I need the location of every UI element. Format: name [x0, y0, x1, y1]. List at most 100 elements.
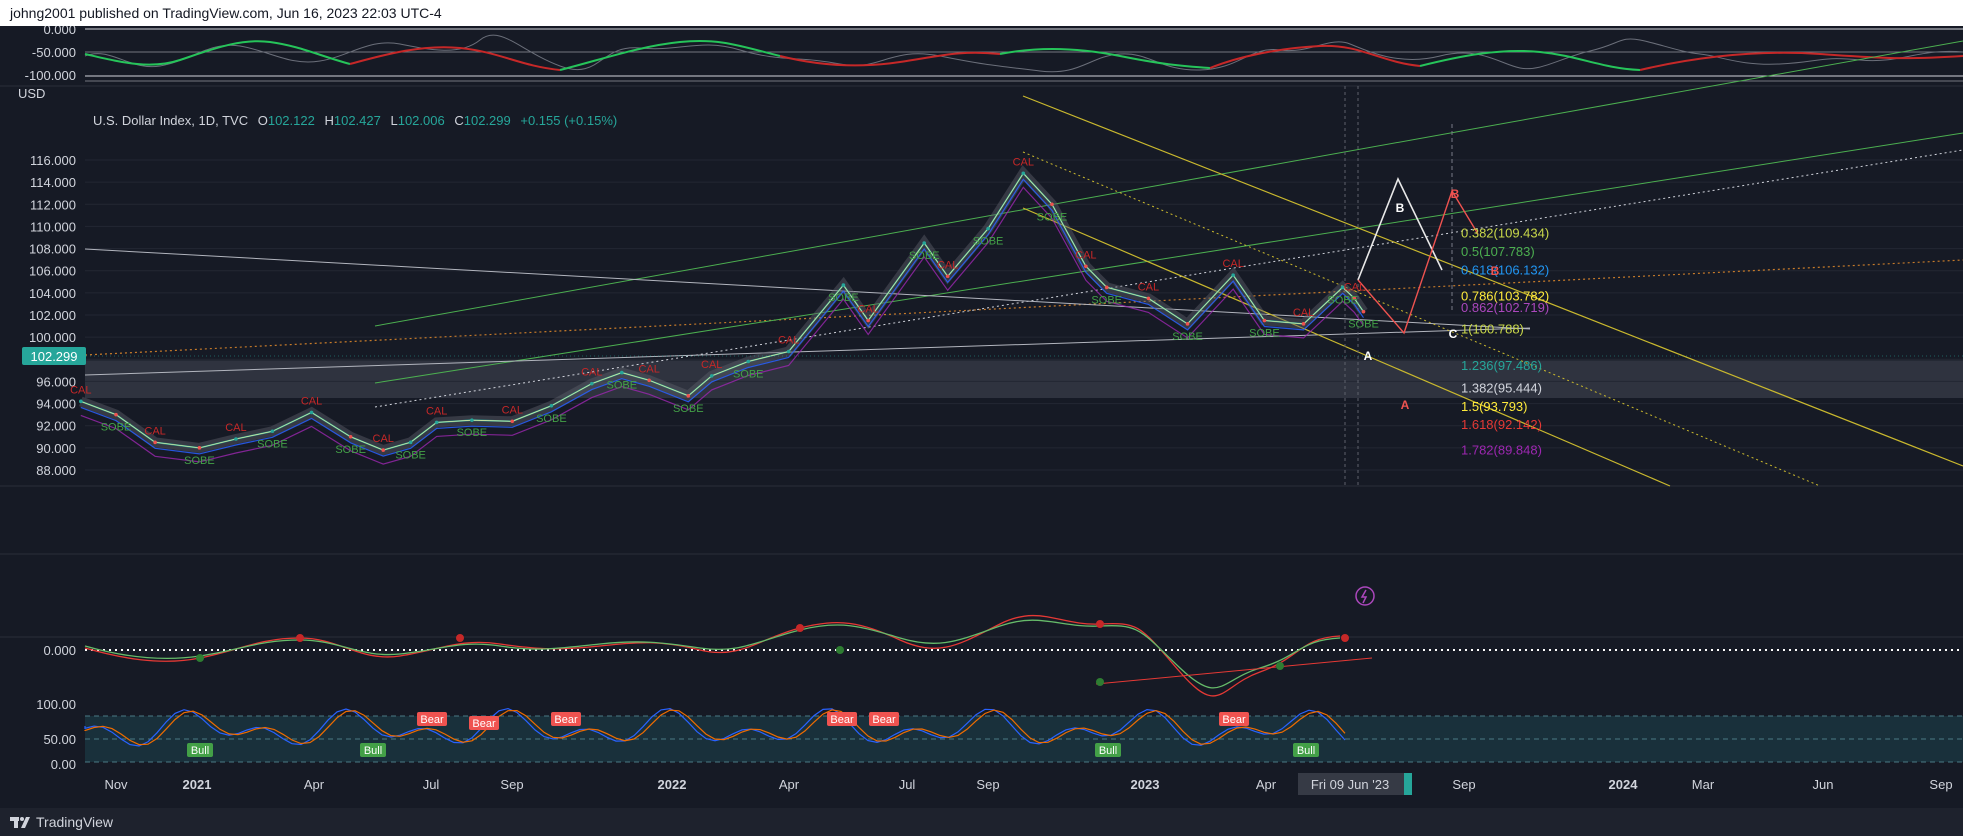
- macd-cross-dot: [196, 654, 204, 662]
- osc-tick-2: -100.000: [25, 68, 76, 83]
- sobe-signal-label: SOBE: [257, 438, 288, 450]
- time-axis-label: Nov: [104, 777, 128, 792]
- price-tick-label: 116.000: [30, 153, 76, 168]
- wave-label: B: [1396, 201, 1405, 215]
- fib-level-label: 1.618(92.142): [1461, 417, 1542, 432]
- wave-label: B: [1451, 187, 1460, 201]
- price-point: [1361, 309, 1366, 314]
- cal-signal-label: CAL: [301, 395, 322, 407]
- wave-label: B: [1491, 264, 1500, 278]
- sobe-signal-label: SOBE: [335, 444, 366, 456]
- sobe-signal-label: SOBE: [1327, 294, 1358, 306]
- last-price-badge-text: 102.299: [31, 349, 78, 364]
- time-axis-label: Mar: [1692, 777, 1715, 792]
- fib-level-label: 1.382(95.444): [1461, 381, 1542, 396]
- price-point: [114, 412, 118, 417]
- cal-signal-label: CAL: [778, 335, 799, 347]
- sobe-signal-label: SOBE: [973, 236, 1004, 248]
- sobe-signal-label: SOBE: [828, 292, 859, 304]
- price-point: [510, 419, 515, 424]
- price-point: [945, 274, 950, 279]
- price-point: [270, 429, 275, 434]
- stoch-tick-2: 0.00: [51, 757, 76, 772]
- stoch-panel: [0, 554, 1963, 637]
- macd-cross-dot: [1096, 620, 1104, 628]
- cal-signal-label: CAL: [426, 405, 447, 417]
- price-tick-label: 94.000: [36, 397, 76, 412]
- fib-level-label: 1.782(89.848): [1461, 443, 1542, 458]
- legend-high: 102.427: [334, 113, 381, 128]
- fib-level-label: 0.618(106.132): [1461, 262, 1549, 277]
- time-axis-label: Sep: [1929, 777, 1952, 792]
- price-point: [1185, 322, 1190, 326]
- bear-signal-text: Bear: [472, 718, 496, 730]
- chart-area[interactable]: 0.000 -50.000 -100.000 0.382(109.434) 0.5…: [0, 22, 1963, 808]
- cal-signal-label: CAL: [1138, 281, 1159, 293]
- stoch-tick-1: 50.00: [43, 732, 76, 747]
- legend-close: 102.299: [464, 113, 511, 128]
- cal-signal-label: CAL: [857, 304, 878, 316]
- sobe-signal-label: SOBE: [606, 380, 637, 392]
- time-axis-label: Sep: [1452, 777, 1475, 792]
- price-point: [1104, 285, 1109, 290]
- legend-symbol: U.S. Dollar Index, 1D, TVC: [93, 113, 248, 128]
- price-point: [1231, 273, 1235, 277]
- price-tick-label: 102.000: [29, 308, 76, 323]
- price-point: [619, 370, 624, 375]
- price-tick-label: 90.000: [36, 441, 76, 456]
- fib-level-label: 0.382(109.434): [1461, 226, 1549, 241]
- time-axis-label: Jul: [899, 777, 916, 792]
- time-axis-label: Apr: [1256, 777, 1277, 792]
- price-tick-label: 106.000: [29, 264, 76, 279]
- cal-signal-label: CAL: [373, 433, 394, 445]
- price-point: [408, 440, 413, 445]
- wave-label: A: [1364, 349, 1373, 363]
- crosshair-date: Fri 09 Jun '23: [1311, 777, 1389, 792]
- cal-signal-label: CAL: [70, 384, 91, 396]
- sobe-signal-label: SOBE: [395, 449, 426, 461]
- bear-signal-text: Bear: [830, 714, 854, 726]
- macd-cross-dot: [836, 646, 844, 654]
- price-point: [348, 434, 353, 439]
- bear-signal-text: Bear: [554, 714, 578, 726]
- sobe-signal-label: SOBE: [673, 403, 704, 415]
- sobe-signal-label: SOBE: [1091, 294, 1122, 306]
- macd-cross-dot: [796, 624, 804, 632]
- cal-signal-label: CAL: [1344, 281, 1365, 293]
- price-point: [841, 283, 846, 287]
- price-point: [1050, 202, 1054, 207]
- time-axis-label: Apr: [779, 777, 800, 792]
- sobe-signal-label: SOBE: [909, 250, 940, 262]
- price-tick-label: 114.000: [30, 175, 76, 190]
- time-axis-label: 2023: [1131, 777, 1160, 792]
- time-axis-label: 2022: [658, 777, 687, 792]
- chart-svg[interactable]: 0.000 -50.000 -100.000 0.382(109.434) 0.5…: [0, 22, 1963, 808]
- price-point: [922, 241, 927, 245]
- cal-signal-label: CAL: [1222, 258, 1243, 270]
- osc-tick-0: 0.000: [43, 26, 76, 37]
- price-point: [197, 446, 202, 450]
- price-point: [590, 381, 594, 386]
- macd-cross-dot: [296, 634, 304, 642]
- price-tick-label: 100.000: [29, 330, 76, 345]
- symbol-legend: U.S. Dollar Index, 1D, TVC O102.122 H102…: [93, 113, 617, 128]
- tradingview-logo[interactable]: TradingView: [10, 808, 113, 836]
- price-point: [686, 394, 691, 398]
- price-point: [1301, 322, 1306, 326]
- brand-name: TradingView: [36, 814, 114, 830]
- price-point: [866, 318, 870, 323]
- osc-tick-1: -50.000: [32, 45, 76, 60]
- price-point: [79, 399, 83, 404]
- price-point: [434, 420, 439, 425]
- price-point: [709, 374, 714, 378]
- fib-level-label: 0.5(107.783): [1461, 244, 1535, 259]
- footer: TradingView: [0, 808, 1963, 836]
- fib-level-label: 0.862(102.719): [1461, 300, 1549, 315]
- crosshair-date-accent: [1404, 773, 1412, 795]
- price-point: [381, 448, 386, 452]
- bear-signal-text: Bear: [420, 714, 444, 726]
- publish-header: johng2001 published on TradingView.com, …: [0, 0, 1963, 26]
- cal-signal-label: CAL: [144, 425, 165, 437]
- price-point: [153, 440, 157, 445]
- price-point: [1146, 296, 1151, 301]
